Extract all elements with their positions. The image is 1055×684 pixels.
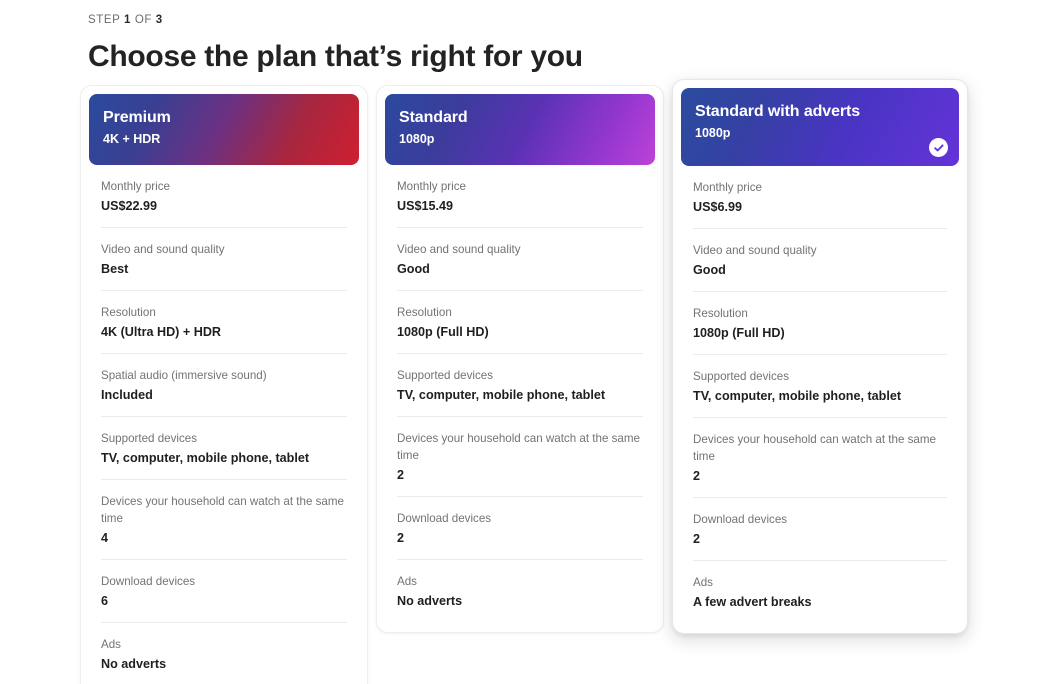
feature-value: US$6.99 <box>693 200 743 214</box>
feature-row: Monthly price US$22.99 <box>101 165 347 228</box>
feature-row: Spatial audio (immersive sound) Included <box>101 354 347 417</box>
feature-value: Included <box>101 388 153 402</box>
feature-label: Spatial audio (immersive sound) <box>101 369 267 382</box>
feature-value: TV, computer, mobile phone, tablet <box>101 451 310 465</box>
feature-row: Video and sound quality Good <box>397 228 643 291</box>
step-middle: OF <box>131 14 156 26</box>
feature-label: Resolution <box>101 306 156 319</box>
step-indicator: STEP 1 OF 3 <box>88 12 1055 28</box>
feature-row: Resolution 4K (Ultra HD) + HDR <box>101 291 347 354</box>
feature-row: Devices your household can watch at the … <box>397 417 643 497</box>
feature-row: Download devices 2 <box>397 497 643 560</box>
plan-banner-standard: Standard 1080p <box>385 94 655 165</box>
feature-label: Video and sound quality <box>693 244 817 257</box>
plan-quality-tag: 1080p <box>399 132 435 146</box>
feature-label: Resolution <box>693 307 748 320</box>
feature-value: 4 <box>101 531 109 545</box>
plan-quality-tag: 4K + HDR <box>103 132 161 146</box>
plan-card-premium[interactable]: Premium 4K + HDR Monthly price US$22.99 … <box>80 85 368 684</box>
feature-row: Download devices 6 <box>101 560 347 623</box>
feature-value: Best <box>101 262 129 276</box>
feature-row: Download devices 2 <box>693 498 947 561</box>
feature-label: Download devices <box>397 512 492 525</box>
feature-value: 1080p (Full HD) <box>397 325 489 339</box>
plan-banner-standard-with-adverts: Standard with adverts 1080p <box>681 88 959 166</box>
feature-label: Resolution <box>397 306 452 319</box>
plan-name: Standard <box>399 109 468 126</box>
plan-name: Premium <box>103 109 171 126</box>
feature-label: Supported devices <box>693 370 790 383</box>
feature-value: 1080p (Full HD) <box>693 326 785 340</box>
feature-value: Good <box>397 262 430 276</box>
feature-value: US$22.99 <box>101 199 158 213</box>
feature-row: Supported devices TV, computer, mobile p… <box>693 355 947 418</box>
feature-row: Resolution 1080p (Full HD) <box>397 291 643 354</box>
plan-card-standard-with-adverts[interactable]: Standard with adverts 1080p Monthly pric… <box>672 79 968 634</box>
feature-value: US$15.49 <box>397 199 454 213</box>
feature-label: Ads <box>397 575 417 588</box>
plan-feature-list: Monthly price US$22.99 Video and sound q… <box>89 165 359 684</box>
plan-card-standard[interactable]: Standard 1080p Monthly price US$15.49 Vi… <box>376 85 664 633</box>
feature-label: Supported devices <box>101 432 198 445</box>
feature-label: Monthly price <box>101 180 170 193</box>
feature-row: Devices your household can watch at the … <box>693 418 947 498</box>
feature-row: Devices your household can watch at the … <box>101 480 347 560</box>
feature-row: Ads No adverts <box>101 623 347 684</box>
feature-value: 2 <box>397 468 405 482</box>
page-header: STEP 1 OF 3 Choose the plan that’s right… <box>0 0 1055 76</box>
feature-row: Supported devices TV, computer, mobile p… <box>101 417 347 480</box>
step-current: 1 <box>124 14 132 26</box>
feature-label: Monthly price <box>397 180 466 193</box>
feature-row: Ads No adverts <box>397 560 643 622</box>
feature-value: 6 <box>101 594 109 608</box>
feature-label: Video and sound quality <box>397 243 521 256</box>
feature-row: Monthly price US$6.99 <box>693 166 947 229</box>
feature-value: 2 <box>693 532 701 546</box>
feature-value: 2 <box>397 531 405 545</box>
feature-value: 2 <box>693 469 701 483</box>
feature-row: Resolution 1080p (Full HD) <box>693 292 947 355</box>
plan-banner-premium: Premium 4K + HDR <box>89 94 359 165</box>
step-prefix: STEP <box>88 14 125 26</box>
plan-quality-tag: 1080p <box>695 126 731 140</box>
feature-row: Video and sound quality Good <box>693 229 947 292</box>
feature-label: Devices your household can watch at the … <box>101 495 344 525</box>
feature-value: TV, computer, mobile phone, tablet <box>397 388 606 402</box>
feature-value: No adverts <box>397 594 463 608</box>
feature-value: A few advert breaks <box>693 595 812 609</box>
feature-label: Download devices <box>101 575 196 588</box>
feature-row: Ads A few advert breaks <box>693 561 947 623</box>
feature-label: Ads <box>101 638 121 651</box>
plan-card-list: Premium 4K + HDR Monthly price US$22.99 … <box>80 70 975 684</box>
feature-label: Monthly price <box>693 181 762 194</box>
plan-feature-list: Monthly price US$6.99 Video and sound qu… <box>681 166 959 623</box>
feature-row: Video and sound quality Best <box>101 228 347 291</box>
feature-label: Devices your household can watch at the … <box>397 432 640 462</box>
step-total: 3 <box>155 14 163 26</box>
feature-value: Good <box>693 263 726 277</box>
feature-value: No adverts <box>101 657 167 671</box>
feature-value: 4K (Ultra HD) + HDR <box>101 325 222 339</box>
feature-label: Supported devices <box>397 369 494 382</box>
plan-selection-page: STEP 1 OF 3 Choose the plan that’s right… <box>0 0 1055 684</box>
feature-label: Video and sound quality <box>101 243 225 256</box>
feature-label: Ads <box>693 576 713 589</box>
feature-row: Supported devices TV, computer, mobile p… <box>397 354 643 417</box>
feature-label: Download devices <box>693 513 788 526</box>
feature-label: Devices your household can watch at the … <box>693 433 936 463</box>
plan-feature-list: Monthly price US$15.49 Video and sound q… <box>385 165 655 622</box>
feature-row: Monthly price US$15.49 <box>397 165 643 228</box>
check-circle-icon <box>929 138 948 157</box>
plan-name: Standard with adverts <box>695 103 861 120</box>
feature-value: TV, computer, mobile phone, tablet <box>693 389 902 403</box>
